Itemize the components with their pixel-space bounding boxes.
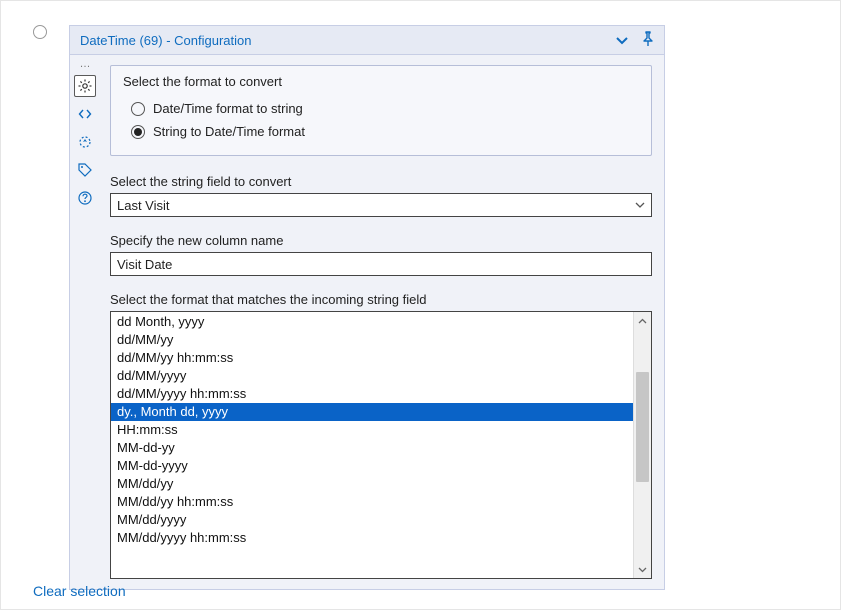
string-field-label: Select the string field to convert	[110, 174, 652, 189]
format-option[interactable]: dy., Month dd, yyyy	[111, 403, 633, 421]
help-icon	[77, 190, 93, 206]
format-option[interactable]: dd/MM/yyyy hh:mm:ss	[111, 385, 633, 403]
target-icon	[77, 134, 93, 150]
format-option[interactable]: dd/MM/yyyy	[111, 367, 633, 385]
chevron-up-icon	[638, 318, 647, 324]
string-field-select[interactable]: Last Visit	[110, 193, 652, 217]
clear-selection-link[interactable]: Clear selection	[33, 583, 126, 599]
navigate-tab[interactable]	[74, 131, 96, 153]
annotation-tab[interactable]	[74, 159, 96, 181]
scrollbar[interactable]	[633, 312, 651, 578]
radio-datetime-to-string[interactable]: Date/Time format to string	[123, 97, 639, 120]
side-toolbar: …	[70, 55, 100, 589]
code-icon	[77, 106, 93, 122]
format-option[interactable]: MM/dd/yyyy hh:mm:ss	[111, 529, 633, 547]
format-listbox[interactable]: dd Month, yyyydd/MM/yydd/MM/yy hh:mm:ssd…	[110, 311, 652, 579]
more-icon[interactable]: …	[80, 59, 91, 69]
radio-label: String to Date/Time format	[153, 124, 305, 139]
config-panel: DateTime (69) - Configuration …	[69, 25, 665, 590]
radio-icon	[131, 125, 145, 139]
help-tab[interactable]	[74, 187, 96, 209]
format-option[interactable]: HH:mm:ss	[111, 421, 633, 439]
config-tab[interactable]	[74, 75, 96, 97]
input-value: Visit Date	[117, 257, 172, 272]
scroll-thumb[interactable]	[636, 372, 649, 482]
tag-icon	[77, 162, 93, 178]
chevron-down-icon	[616, 37, 628, 45]
chevron-down-icon	[638, 567, 647, 573]
select-value: Last Visit	[117, 198, 170, 213]
format-option[interactable]: MM-dd-yy	[111, 439, 633, 457]
format-option[interactable]: MM/dd/yy	[111, 475, 633, 493]
radio-string-to-datetime[interactable]: String to Date/Time format	[123, 120, 639, 143]
format-option[interactable]: MM/dd/yyyy	[111, 511, 633, 529]
scroll-down-button[interactable]	[634, 561, 651, 578]
panel-title-bar: DateTime (69) - Configuration	[69, 25, 665, 55]
scroll-up-button[interactable]	[634, 312, 651, 329]
xml-tab[interactable]	[74, 103, 96, 125]
format-option[interactable]: MM-dd-yyyy	[111, 457, 633, 475]
format-option[interactable]: dd/MM/yy	[111, 331, 633, 349]
format-option[interactable]: MM/dd/yy hh:mm:ss	[111, 493, 633, 511]
format-direction-legend: Select the format to convert	[123, 74, 639, 89]
format-option[interactable]: dd Month, yyyy	[111, 313, 633, 331]
new-column-input[interactable]: Visit Date	[110, 252, 652, 276]
gear-icon	[77, 78, 93, 94]
collapse-button[interactable]	[616, 33, 628, 48]
dropdown-arrow-icon	[635, 202, 645, 208]
format-direction-fieldset: Select the format to convert Date/Time f…	[110, 65, 652, 156]
radio-icon	[131, 102, 145, 116]
match-format-label: Select the format that matches the incom…	[110, 292, 652, 307]
panel-title: DateTime (69) - Configuration	[80, 33, 251, 48]
format-option[interactable]: dd/MM/yy hh:mm:ss	[111, 349, 633, 367]
radio-label: Date/Time format to string	[153, 101, 303, 116]
new-column-label: Specify the new column name	[110, 233, 652, 248]
pin-icon	[640, 31, 656, 47]
question-option-radio[interactable]	[33, 25, 47, 39]
pin-button[interactable]	[640, 31, 656, 50]
